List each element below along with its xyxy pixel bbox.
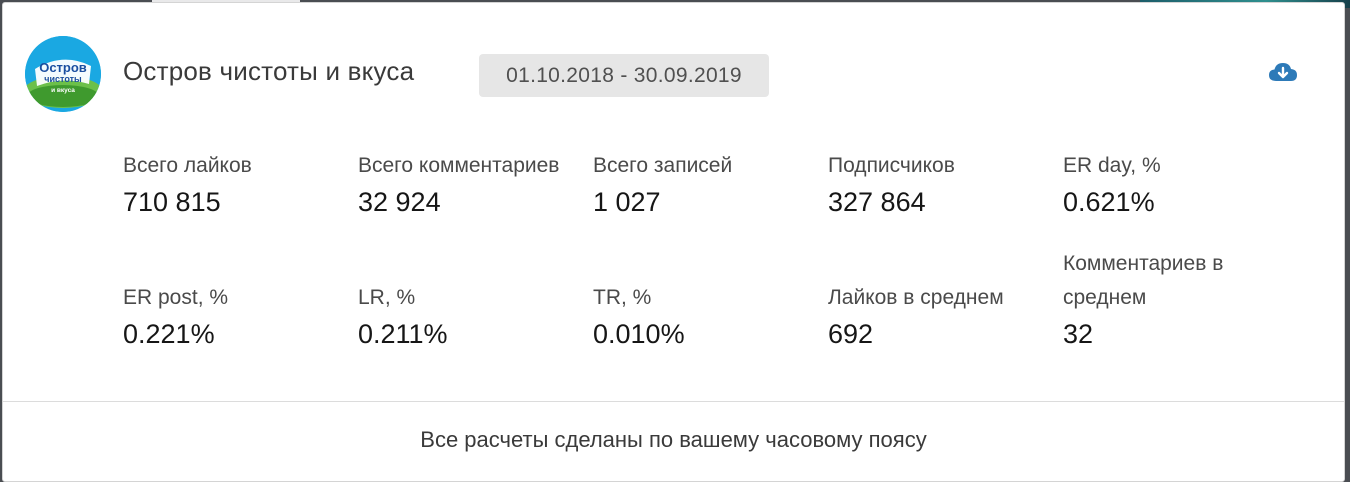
metric-avg-likes: Лайков в среднем 692 [828, 281, 1058, 353]
logo-line-3: и вкуса [51, 87, 75, 94]
metric-subscribers: Подписчиков 327 864 [828, 149, 1058, 221]
metric-label: Всего лайков [123, 154, 252, 177]
brand-logo-graphic: Остров чистоты и вкуса [25, 36, 101, 112]
metric-total-posts: Всего записей 1 027 [593, 149, 823, 221]
metric-er-day: ER day, % 0.621% [1063, 149, 1293, 221]
metric-label: Подписчиков [828, 154, 955, 177]
metric-label: LR, % [358, 286, 416, 309]
metric-value: 0.211% [358, 319, 448, 349]
metric-value: 0.221% [123, 319, 215, 349]
timezone-note: Все расчеты сделаны по вашему часовому п… [420, 427, 927, 452]
metric-value: 710 815 [123, 187, 221, 217]
metric-value: 32 924 [358, 187, 441, 217]
metric-er-post: ER post, % 0.221% [123, 281, 353, 353]
metric-value: 327 864 [828, 187, 926, 217]
metric-value: 0.621% [1063, 187, 1155, 217]
metric-lr: LR, % 0.211% [358, 281, 588, 353]
metric-label: TR, % [593, 286, 652, 309]
date-range-picker[interactable]: 01.10.2018 - 30.09.2019 [479, 54, 769, 97]
footer-divider [3, 401, 1344, 402]
metric-label: ER day, % [1063, 154, 1161, 177]
cloud-download-icon [1269, 63, 1297, 81]
metric-label: Всего комментариев [358, 154, 560, 177]
metric-total-likes: Всего лайков 710 815 [123, 149, 353, 221]
metric-value: 692 [828, 319, 874, 349]
download-button[interactable] [1268, 61, 1298, 85]
metric-label: Всего записей [593, 154, 733, 177]
logo-line-1: Остров [39, 60, 87, 75]
brand-logo: Остров чистоты и вкуса [25, 36, 101, 112]
metric-avg-comments: Комментариев в среднем 32 [1063, 247, 1293, 353]
metric-tr: TR, % 0.010% [593, 281, 823, 353]
metric-value: 32 [1063, 319, 1094, 349]
metric-label: Комментариев в среднем [1063, 252, 1224, 309]
metric-label: Лайков в среднем [828, 286, 1004, 309]
profile-name: Остров чистоты и вкуса [123, 56, 415, 86]
metric-total-comments: Всего комментариев 32 924 [358, 149, 588, 221]
logo-line-2: чистоты [44, 74, 82, 84]
metric-value: 0.010% [593, 319, 685, 349]
card-header: Остров чистоты и вкуса Остров чистоты и … [3, 3, 1344, 133]
metric-value: 1 027 [593, 187, 661, 217]
metric-label: ER post, % [123, 286, 229, 309]
stats-card: Остров чистоты и вкуса Остров чистоты и … [2, 2, 1345, 482]
